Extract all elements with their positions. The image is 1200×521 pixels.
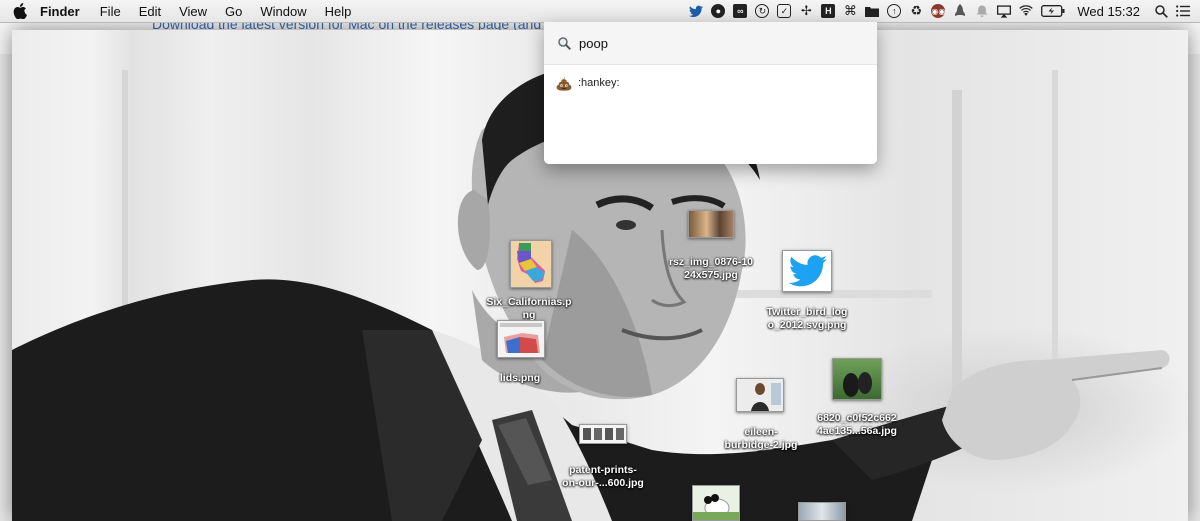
- file-thumbnail-twitter: [782, 250, 832, 292]
- menu-edit[interactable]: Edit: [139, 4, 161, 19]
- spotlight-result-row[interactable]: :hankey:: [544, 65, 877, 93]
- battery-icon[interactable]: [1041, 4, 1065, 18]
- upload-icon[interactable]: ↑: [887, 4, 902, 18]
- menu-app-finder[interactable]: Finder: [40, 4, 80, 19]
- file-label-line: patent-prints-: [569, 464, 637, 476]
- spotlight-panel: poop :hankey:: [544, 22, 877, 164]
- file-label-line: 24x575.jpg: [684, 269, 738, 281]
- pile-of-poo-icon: [556, 76, 572, 91]
- menu-go[interactable]: Go: [225, 4, 242, 19]
- notification-center-icon[interactable]: [1176, 4, 1190, 18]
- file-label-line: 4ae135...56a.jpg: [817, 425, 897, 437]
- desktop-file-six-californias[interactable]: Six_Californias.p ng: [474, 240, 584, 322]
- sync-icon[interactable]: ↻: [755, 4, 770, 18]
- airplay-icon[interactable]: [997, 4, 1012, 18]
- h-box-icon[interactable]: H: [821, 4, 836, 18]
- file-label: Twitter_bird_log o_2012.svg.png: [752, 306, 862, 332]
- desktop-file-patent-prints[interactable]: patent-prints- on-our-...600.jpg: [548, 424, 658, 494]
- status-area: ● ∞ ↻ ✓ ✢ H ⌘ ↑ ♻ ◉◉ Wed 15:32: [689, 0, 1190, 22]
- recycle-icon[interactable]: ♻: [909, 3, 923, 18]
- desktop-file-6820[interactable]: 6820_c0f52c662 4ae135...56a.jpg: [802, 358, 912, 443]
- desktop-file-unknown[interactable]: [798, 502, 848, 521]
- wifi-icon[interactable]: [1019, 4, 1034, 18]
- file-label-line: o_2012.svg.png: [767, 319, 847, 331]
- file-label-line: 6820_c0f52c662: [817, 412, 897, 424]
- spotlight-icon[interactable]: [1154, 4, 1168, 18]
- file-label-line: eileen-: [744, 426, 778, 438]
- file-label: eileen- burbidge-2.jpg: [706, 426, 816, 452]
- file-label-line: Twitter_bird_log: [766, 306, 848, 318]
- menu-view[interactable]: View: [179, 4, 207, 19]
- desktop-file-eileen-burbidge[interactable]: eileen- burbidge-2.jpg: [706, 378, 816, 458]
- menu-help[interactable]: Help: [325, 4, 352, 19]
- rocket-icon[interactable]: [953, 4, 967, 18]
- desktop-file-panda[interactable]: [692, 485, 742, 521]
- file-label: patent-prints- on-our-...600.jpg: [548, 464, 658, 490]
- background-window-edge-left: [0, 54, 12, 521]
- desktop-file-rsz-img[interactable]: rsz_img_0876-10 24x575.jpg: [656, 210, 766, 290]
- desktop-file-twitter-bird-logo[interactable]: Twitter_bird_log o_2012.svg.png: [752, 250, 862, 335]
- file-label-line: burbidge-2.jpg: [724, 439, 798, 451]
- file-thumbnail-photo: [736, 378, 784, 412]
- file-thumbnail-photo: [832, 358, 882, 400]
- pinwheel-icon[interactable]: ✢: [799, 3, 813, 18]
- twitter-icon[interactable]: [689, 4, 704, 18]
- checkbox-icon[interactable]: ✓: [777, 4, 792, 18]
- apple-menu-icon[interactable]: [12, 3, 28, 19]
- menu-file[interactable]: File: [100, 4, 121, 19]
- spotlight-search-input[interactable]: poop: [579, 36, 608, 51]
- menubar-clock[interactable]: Wed 15:32: [1077, 4, 1140, 19]
- file-thumbnail-prints: [579, 424, 627, 444]
- bell-icon[interactable]: [975, 4, 989, 18]
- file-label: 6820_c0f52c662 4ae135...56a.jpg: [802, 412, 912, 438]
- file-label-line: Six_Californias.p: [486, 296, 572, 308]
- command-icon[interactable]: ⌘: [843, 3, 857, 18]
- desktop-file-lids[interactable]: lids.png: [465, 320, 575, 390]
- file-label: Six_Californias.p ng: [474, 296, 584, 322]
- menu-window[interactable]: Window: [260, 4, 306, 19]
- owl-icon[interactable]: ◉◉: [931, 4, 946, 18]
- folder-icon[interactable]: [865, 4, 880, 18]
- disc-icon[interactable]: ●: [711, 4, 726, 18]
- file-thumbnail-map: [510, 240, 552, 288]
- file-label: lids.png: [465, 372, 575, 385]
- background-window-edge-right: [1188, 54, 1200, 521]
- file-thumbnail-photo: [688, 210, 734, 238]
- menu-bar: Finder File Edit View Go Window Help ● ∞…: [0, 0, 1200, 23]
- file-thumbnail-photo: [692, 485, 740, 521]
- file-label-line: lids.png: [499, 372, 541, 384]
- file-label-line: on-our-...600.jpg: [562, 477, 644, 489]
- file-thumbnail-photo: [798, 502, 846, 521]
- file-thumbnail-chart: [497, 320, 545, 358]
- file-label-line: rsz_img_0876-10: [668, 256, 754, 268]
- spotlight-result-label: :hankey:: [578, 77, 620, 89]
- cc-icon[interactable]: ∞: [733, 4, 748, 18]
- spotlight-search-bar[interactable]: poop: [544, 22, 877, 65]
- file-label: rsz_img_0876-10 24x575.jpg: [656, 256, 766, 282]
- magnifier-icon: [558, 36, 571, 50]
